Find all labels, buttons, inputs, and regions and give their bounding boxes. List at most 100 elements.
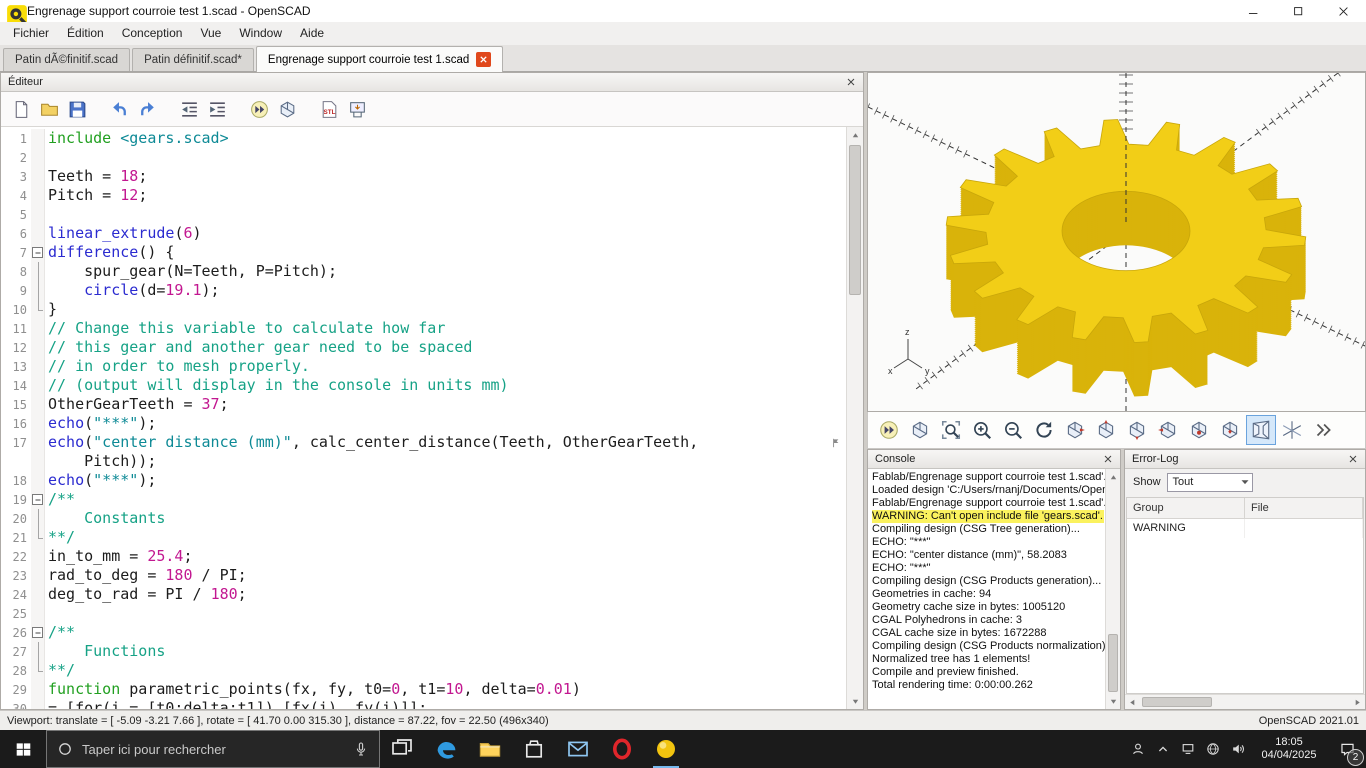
code-line[interactable]: 8 spur_gear(N=Teeth, P=Pitch); — [1, 262, 846, 281]
preview-button[interactable] — [874, 415, 904, 445]
code-line[interactable]: 12// this gear and another gear need to … — [1, 338, 846, 357]
menu-aide[interactable]: Aide — [291, 22, 333, 45]
unindent-button[interactable] — [175, 95, 203, 123]
scroll-up-button[interactable] — [1106, 469, 1120, 485]
open-file-button[interactable] — [35, 95, 63, 123]
user-tray-button[interactable] — [1125, 730, 1150, 768]
explorer-taskbar-button[interactable] — [468, 730, 512, 768]
code-line[interactable]: Pitch)); — [1, 452, 846, 471]
editor-vertical-scrollbar[interactable] — [846, 127, 863, 709]
view-back-button[interactable] — [1215, 415, 1245, 445]
code-line[interactable]: 18echo("***"); — [1, 471, 846, 490]
view-axes-button[interactable] — [1277, 415, 1307, 445]
code-line[interactable]: 21**/ — [1, 528, 846, 547]
document-tab[interactable]: Patin définitif.scad* — [132, 48, 254, 71]
view-left-button[interactable] — [1153, 415, 1183, 445]
globe-tray-button[interactable] — [1200, 730, 1225, 768]
code-line[interactable]: 15OtherGearTeeth = 37; — [1, 395, 846, 414]
scroll-down-button[interactable] — [847, 693, 863, 709]
menu-vue[interactable]: Vue — [191, 22, 230, 45]
code-line[interactable]: 16echo("***"); — [1, 414, 846, 433]
code-line[interactable]: 28**/ — [1, 661, 846, 680]
taskbar-clock[interactable]: 18:05 04/04/2025 — [1250, 730, 1328, 768]
errorlog-horizontal-scrollbar[interactable] — [1125, 694, 1365, 709]
code-editor[interactable]: 1include <gears.scad>23Teeth = 18;4Pitch… — [1, 127, 863, 709]
preview-button[interactable] — [245, 95, 273, 123]
menu-window[interactable]: Window — [230, 22, 291, 45]
code-line[interactable]: 4Pitch = 12; — [1, 186, 846, 205]
scroll-right-button[interactable] — [1350, 695, 1365, 710]
indent-button[interactable] — [203, 95, 231, 123]
store-taskbar-button[interactable] — [512, 730, 556, 768]
fold-marker[interactable] — [31, 243, 45, 262]
print-3d-button[interactable] — [343, 95, 371, 123]
speaker-tray-button[interactable] — [1225, 730, 1250, 768]
save-file-button[interactable] — [63, 95, 91, 123]
view-perspective-button[interactable] — [1246, 415, 1276, 445]
titlebar[interactable]: Engrenage support courroie test 1.scad -… — [0, 0, 1366, 22]
scrollbar-thumb[interactable] — [849, 145, 861, 295]
tab-close-button[interactable] — [476, 52, 491, 67]
menu-dition[interactable]: Édition — [58, 22, 113, 45]
code-line[interactable]: 5 — [1, 205, 846, 224]
code-line[interactable]: 2 — [1, 148, 846, 167]
view-top-button[interactable] — [1091, 415, 1121, 445]
fold-marker[interactable] — [31, 281, 45, 300]
code-line[interactable]: 6linear_extrude(6) — [1, 224, 846, 243]
undo-button[interactable] — [105, 95, 133, 123]
code-line[interactable]: 1include <gears.scad> — [1, 129, 846, 148]
code-line[interactable]: 26/** — [1, 623, 846, 642]
code-line[interactable]: 14// (output will display in the console… — [1, 376, 846, 395]
code-line[interactable]: 30= [for(i = [t0:delta:t1]) [fx(i), fy(i… — [1, 699, 846, 709]
code-line[interactable]: 17echo("center distance (mm)", calc_cent… — [1, 433, 846, 452]
code-line[interactable]: 25 — [1, 604, 846, 623]
viewport-3d[interactable]: xyz — [867, 72, 1366, 412]
mail-taskbar-button[interactable] — [556, 730, 600, 768]
scrollbar-thumb[interactable] — [1142, 697, 1212, 707]
code-line[interactable]: 11// Change this variable to calculate h… — [1, 319, 846, 338]
fold-marker[interactable] — [31, 262, 45, 281]
fold-marker[interactable] — [31, 490, 45, 509]
taskbar-search[interactable]: Taper ici pour rechercher — [46, 730, 380, 768]
code-line[interactable]: 23rad_to_deg = 180 / PI; — [1, 566, 846, 585]
code-line[interactable]: 27 Functions — [1, 642, 846, 661]
errorlog-column-header[interactable]: File — [1245, 498, 1363, 518]
openscad-ball-taskbar-button[interactable] — [644, 730, 688, 768]
edge-taskbar-button[interactable] — [424, 730, 468, 768]
chevron-up-tray-button[interactable] — [1150, 730, 1175, 768]
zoom-all-button[interactable] — [936, 415, 966, 445]
editor-panel-close-button[interactable] — [843, 74, 859, 90]
render-button[interactable] — [273, 95, 301, 123]
console-vertical-scrollbar[interactable] — [1105, 469, 1120, 709]
scrollbar-thumb[interactable] — [1108, 634, 1118, 692]
export-stl-button[interactable]: STL — [315, 95, 343, 123]
minimize-button[interactable] — [1231, 0, 1276, 22]
document-tab[interactable]: Patin dÃ©finitif.scad — [3, 48, 130, 71]
opera-taskbar-button[interactable] — [600, 730, 644, 768]
close-button[interactable] — [1321, 0, 1366, 22]
view-front-button[interactable] — [1184, 415, 1214, 445]
code-line[interactable]: 13// in order to mesh properly. — [1, 357, 846, 376]
code-line[interactable]: 10} — [1, 300, 846, 319]
view-right-button[interactable] — [1060, 415, 1090, 445]
scroll-up-button[interactable] — [847, 127, 863, 143]
code-line[interactable]: 24deg_to_rad = PI / 180; — [1, 585, 846, 604]
ethernet-tray-button[interactable] — [1175, 730, 1200, 768]
fold-marker[interactable] — [31, 661, 45, 680]
console-panel-close-button[interactable] — [1100, 451, 1116, 467]
fold-marker[interactable] — [31, 528, 45, 547]
start-button[interactable] — [0, 730, 46, 768]
scroll-down-button[interactable] — [1106, 693, 1120, 709]
code-line[interactable]: 7difference() { — [1, 243, 846, 262]
code-line[interactable]: 9 circle(d=19.1); — [1, 281, 846, 300]
task-view-taskbar-button[interactable] — [380, 730, 424, 768]
new-file-button[interactable] — [7, 95, 35, 123]
code-line[interactable]: 29function parametric_points(fx, fy, t0=… — [1, 680, 846, 699]
code-line[interactable]: 22in_to_mm = 25.4; — [1, 547, 846, 566]
fold-marker[interactable] — [31, 623, 45, 642]
errorlog-column-header[interactable]: Group — [1127, 498, 1245, 518]
errorlog-filter-select[interactable]: Tout — [1167, 473, 1253, 492]
fold-marker[interactable] — [31, 642, 45, 661]
fold-marker[interactable] — [31, 300, 45, 319]
reset-view-button[interactable] — [1029, 415, 1059, 445]
